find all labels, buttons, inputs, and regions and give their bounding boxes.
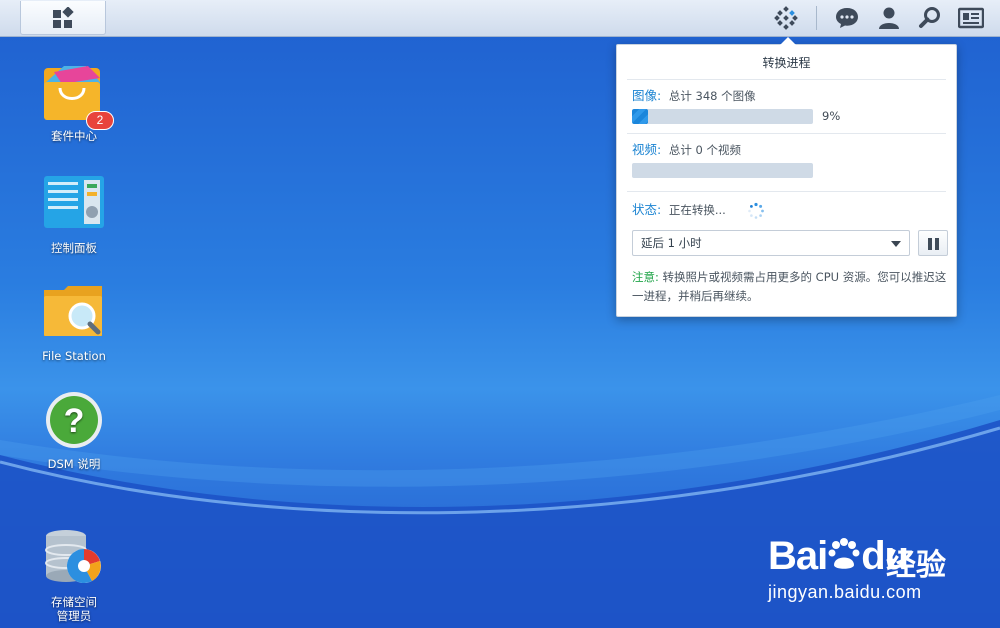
videos-summary: 总计 0 个视频	[668, 143, 742, 157]
images-summary: 总计 348 个图像	[668, 89, 756, 103]
help-icon: ?	[42, 390, 106, 454]
user-icon[interactable]	[876, 5, 902, 31]
status-label: 状态:	[632, 202, 662, 217]
desktop-item-label: File Station	[42, 349, 106, 363]
note-body: 转换照片或视频需占用更多的 CPU 资源。您可以推迟这一进程，并稍后再继续。	[632, 270, 947, 303]
status-text: 正在转换...	[668, 203, 726, 217]
grid-icon	[53, 6, 74, 28]
chevron-down-icon	[891, 241, 901, 247]
baidu-watermark: Bai du 经验 jingyan.baidu.com	[768, 520, 968, 610]
indexing-status-icon[interactable]	[773, 5, 799, 31]
images-progress-percent: 9%	[822, 109, 841, 123]
pause-button[interactable]	[918, 230, 948, 256]
svg-text:?: ?	[64, 402, 85, 440]
paw-icon	[828, 538, 860, 569]
taskbar-divider	[816, 6, 817, 30]
desktop-item-label: 存储空间 管理员	[51, 595, 97, 623]
desktop-item-storage-manager[interactable]: 存储空间 管理员	[24, 500, 124, 628]
loading-spinner-icon	[748, 202, 764, 219]
images-label: 图像:	[632, 88, 662, 103]
desktop-item-control-panel[interactable]: 控制面板	[24, 174, 124, 255]
file-station-icon	[42, 282, 106, 346]
watermark-url: jingyan.baidu.com	[768, 582, 922, 602]
note-text: 注意: 转换照片或视频需占用更多的 CPU 资源。您可以推迟这一进程，并稍后再继…	[632, 268, 947, 306]
taskbar	[0, 0, 1000, 37]
images-progress-fill	[632, 109, 649, 124]
search-icon[interactable]	[917, 5, 943, 31]
note-label: 注意:	[632, 270, 659, 284]
desktop-item-label: DSM 说明	[47, 457, 101, 471]
package-center-icon: 2	[42, 62, 114, 130]
desktop-item-file-station[interactable]: File Station	[24, 282, 124, 363]
notification-badge: 2	[86, 111, 114, 130]
chat-icon[interactable]	[834, 5, 860, 31]
main-menu-button[interactable]	[20, 1, 106, 35]
delay-select[interactable]: 延后 1 小时	[632, 230, 910, 256]
videos-progress-bar	[632, 163, 813, 178]
desktop-item-package-center[interactable]: 2 套件中心	[24, 62, 124, 143]
status-row: 状态: 正在转换...	[627, 192, 946, 228]
desktop-item-dsm-help[interactable]: ? DSM 说明	[24, 390, 124, 471]
storage-manager-icon	[42, 514, 106, 583]
widgets-icon[interactable]	[958, 5, 984, 31]
desktop-item-label: 套件中心	[51, 129, 97, 143]
control-panel-icon	[42, 174, 106, 238]
videos-section: 视频: 总计 0 个视频	[627, 134, 946, 192]
desktop-item-label: 控制面板	[51, 241, 97, 255]
conversion-progress-panel: 转换进程 图像: 总计 348 个图像 9% 视频: 总计 0 个视频 状态: …	[616, 37, 957, 317]
watermark-cn: 经验	[886, 549, 946, 582]
images-progress-bar	[632, 109, 813, 124]
videos-label: 视频:	[632, 142, 662, 157]
images-section: 图像: 总计 348 个图像 9%	[627, 80, 946, 134]
panel-title: 转换进程	[627, 45, 946, 80]
delay-select-value: 延后 1 小时	[641, 236, 702, 250]
